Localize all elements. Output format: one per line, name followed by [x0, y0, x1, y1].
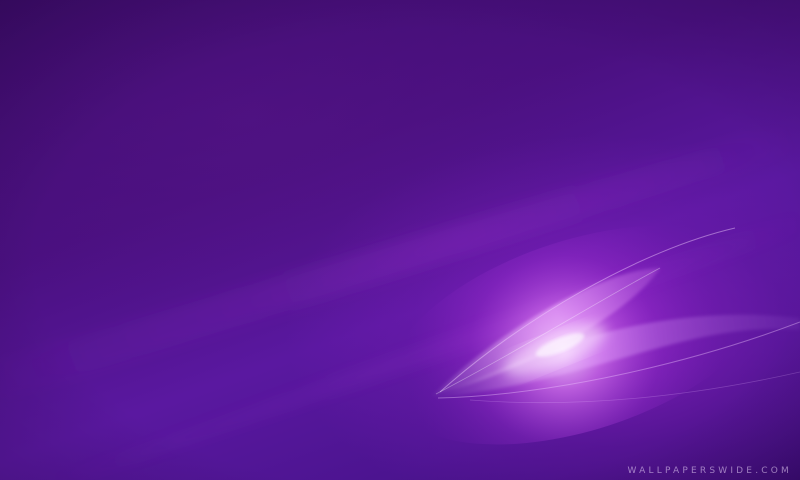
wallpaper-background: WALLPAPERSWIDE.COM	[0, 0, 800, 480]
light-swirl	[0, 120, 800, 480]
watermark-text: WALLPAPERSWIDE.COM	[627, 466, 792, 476]
